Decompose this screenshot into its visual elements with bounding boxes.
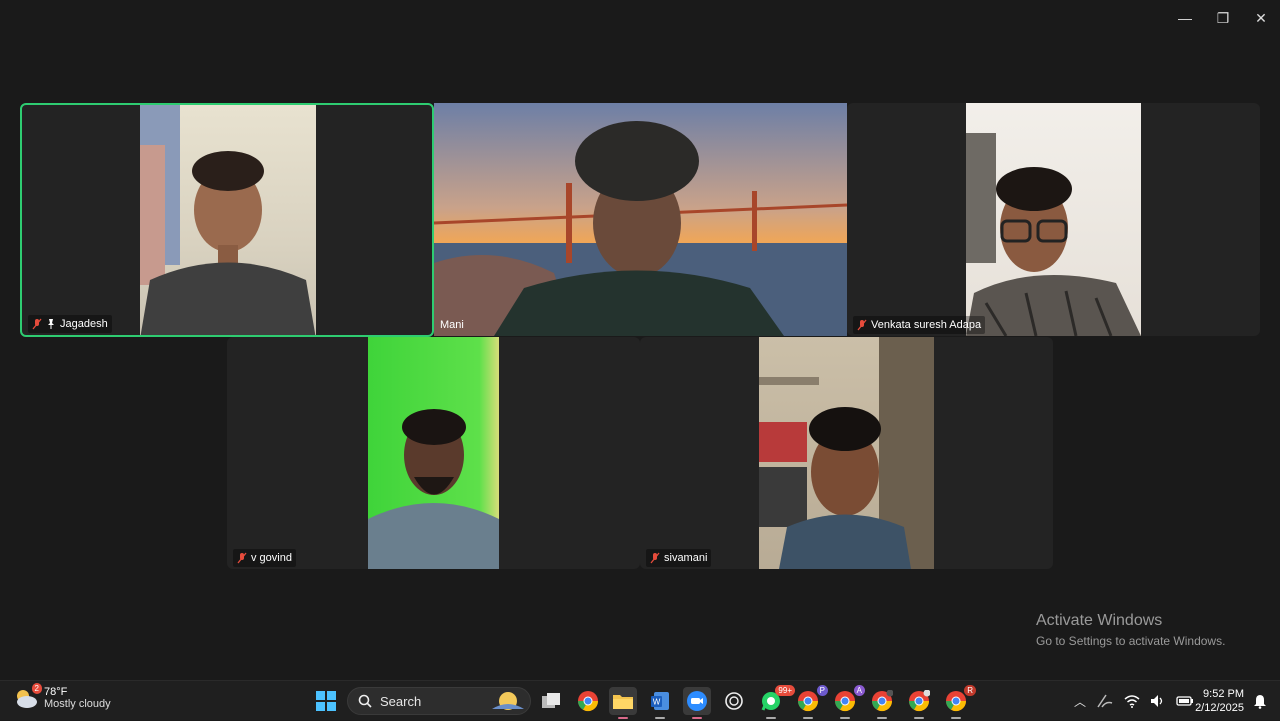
search-label: Search [380, 693, 422, 709]
participant-tile-venkata[interactable]: Venkata suresh Adapa [847, 103, 1260, 336]
participant-video [759, 337, 934, 569]
zoom-app[interactable] [683, 687, 711, 719]
search-highlight-icon [492, 692, 524, 710]
participant-tile-sivamani[interactable]: sivamani [640, 337, 1053, 569]
chrome-profile-r[interactable]: R [942, 685, 976, 719]
task-view-icon [542, 693, 560, 708]
participant-video [434, 103, 847, 336]
microphone-muted-icon [650, 552, 660, 564]
chrome-icon [945, 691, 967, 712]
chrome-icon [577, 691, 599, 712]
chatgpt-icon [725, 692, 743, 710]
person-silhouette [140, 105, 316, 335]
file-explorer-app[interactable] [609, 687, 637, 719]
person-silhouette [368, 409, 499, 569]
virtual-background-bridge [434, 103, 847, 336]
participant-video [368, 337, 499, 569]
weather-widget[interactable]: 2 78°F Mostly cloudy [14, 683, 111, 710]
running-indicator [655, 717, 665, 719]
windows-logo-icon [316, 691, 336, 711]
running-indicator [803, 717, 813, 719]
pen-input-icon[interactable] [1096, 693, 1114, 709]
window-controls: — ❐ ✕ [1166, 0, 1280, 36]
weather-description: Mostly cloudy [44, 698, 111, 710]
word-app[interactable]: W [646, 687, 674, 719]
microphone-muted-icon [32, 318, 42, 330]
battery-icon[interactable] [1176, 695, 1194, 707]
clock-date: 2/12/2025 [1195, 702, 1244, 714]
close-button[interactable]: ✕ [1242, 0, 1280, 36]
microphone-muted-icon [237, 552, 247, 564]
running-indicator [914, 717, 924, 719]
chrome-icon [834, 691, 856, 712]
activate-title: Activate Windows [1036, 612, 1163, 629]
participant-tile-jagadesh[interactable]: Jagadesh [20, 103, 434, 337]
running-indicator [877, 717, 887, 719]
search-icon [358, 694, 372, 708]
task-view-button[interactable] [537, 687, 565, 715]
microphone-muted-icon [857, 319, 867, 331]
participant-video [140, 105, 316, 335]
participant-name: sivamani [664, 552, 708, 564]
running-indicator [766, 717, 776, 719]
participant-video [966, 103, 1141, 336]
participant-tile-mani[interactable]: Mani [434, 103, 847, 336]
minimize-button[interactable]: — [1166, 0, 1204, 36]
word-icon: W [651, 692, 669, 710]
clock-time: 9:52 PM [1203, 688, 1244, 700]
chrome-profile-photo-2[interactable] [905, 687, 933, 719]
taskbar-search[interactable]: Search [347, 687, 531, 715]
running-indicator [951, 717, 961, 719]
chrome-profile-photo[interactable] [868, 687, 896, 719]
wifi-icon[interactable] [1124, 694, 1140, 708]
profile-badge: P [816, 685, 828, 696]
participant-name: v govind [251, 552, 292, 564]
participant-name: Jagadesh [60, 318, 108, 330]
system-tray: ︿ [1074, 681, 1194, 721]
profile-badge: R [964, 685, 976, 696]
taskbar: 2 78°F Mostly cloudy Search W 99+ P A R … [0, 680, 1280, 720]
zoom-icon [687, 691, 707, 711]
participant-name-tag: sivamani [646, 549, 712, 567]
chrome-icon [797, 691, 819, 712]
svg-text:W: W [653, 698, 661, 707]
activate-windows-watermark: Activate Windows Go to Settings to activ… [1036, 612, 1225, 648]
chrome-icon [908, 690, 930, 712]
system-clock[interactable]: 9:52 PM 2/12/2025 [1195, 687, 1244, 715]
participant-name-tag: Venkata suresh Adapa [853, 316, 986, 334]
pin-icon [48, 319, 54, 329]
chrome-profile-a[interactable]: A [831, 685, 865, 719]
participant-name: Mani [440, 319, 464, 331]
weather-badge: 2 [31, 683, 42, 694]
activate-subtitle: Go to Settings to activate Windows. [1036, 634, 1226, 648]
running-indicator [840, 717, 850, 719]
cloudy-weather-icon: 2 [14, 683, 42, 709]
active-indicator [692, 717, 702, 719]
notifications-button[interactable] [1246, 687, 1274, 715]
start-button[interactable] [312, 687, 340, 715]
notification-bell-icon [1254, 695, 1266, 709]
chrome-app[interactable] [574, 687, 602, 715]
show-hidden-icons-button[interactable]: ︿ [1074, 693, 1086, 710]
volume-icon[interactable] [1150, 694, 1166, 708]
participant-name: Venkata suresh Adapa [871, 319, 982, 331]
chrome-icon [871, 690, 893, 712]
chatgpt-app[interactable] [720, 687, 748, 715]
person-silhouette [759, 337, 934, 569]
profile-badge: A [853, 685, 865, 696]
participant-name-tag: Mani [436, 316, 468, 334]
chrome-profile-p[interactable]: P [794, 685, 828, 719]
participant-name-tag: Jagadesh [28, 315, 112, 333]
folder-icon [613, 695, 633, 709]
restore-button[interactable]: ❐ [1204, 0, 1242, 36]
participant-tile-v-govind[interactable]: v govind [227, 337, 640, 569]
participant-name-tag: v govind [233, 549, 296, 567]
weather-temperature: 78°F [44, 686, 68, 698]
person-silhouette [966, 133, 1141, 336]
whatsapp-app[interactable]: 99+ [757, 685, 795, 719]
active-indicator [618, 717, 628, 719]
whatsapp-badge: 99+ [775, 685, 795, 696]
